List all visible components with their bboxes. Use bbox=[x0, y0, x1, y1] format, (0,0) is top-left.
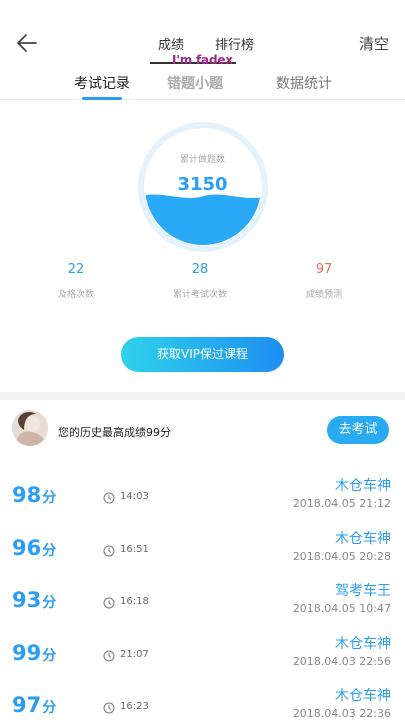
best-score-text: 您的历史最高成绩99分 bbox=[58, 426, 171, 439]
record-row[interactable]: 98分 14:03 木仓车神 2018.04.05 21:12 bbox=[0, 475, 405, 527]
record-date: 2018.04.03 22:36 bbox=[292, 707, 391, 720]
record-row[interactable]: 99分 21:07 木仓车神 2018.04.03 22:56 bbox=[0, 633, 405, 685]
gauge-value: 3150 bbox=[177, 174, 228, 195]
score-value: 93 bbox=[12, 588, 42, 612]
record-title: 木仓车神 bbox=[335, 478, 391, 494]
record-date: 2018.04.05 20:28 bbox=[292, 550, 391, 563]
record-title: 木仓车神 bbox=[335, 636, 391, 652]
clock-icon bbox=[103, 650, 115, 662]
stat-score-prediction: 97 成绩预测 bbox=[264, 262, 384, 300]
avatar-image bbox=[12, 410, 48, 446]
vip-course-button[interactable]: 获取VIP保过课程 bbox=[121, 337, 284, 372]
gauge-label: 累计做题数 bbox=[179, 155, 225, 165]
record-row[interactable]: 97分 16:23 木仓车神 2018.04.03 22:36 bbox=[0, 685, 405, 720]
score-value: 98 bbox=[12, 483, 42, 507]
record-time: 21:07 bbox=[120, 649, 149, 660]
tab-leaderboard[interactable]: 排行榜 bbox=[215, 34, 254, 53]
record-time: 14:03 bbox=[120, 491, 149, 502]
clock-icon bbox=[103, 492, 115, 504]
score-value: 96 bbox=[12, 536, 42, 560]
record-title: 驾考车王 bbox=[335, 583, 391, 599]
record-score: 97分 bbox=[12, 693, 56, 717]
score-value: 99 bbox=[12, 641, 42, 665]
tab-scores[interactable]: 成绩 bbox=[158, 34, 184, 53]
record-score: 93分 bbox=[12, 588, 56, 612]
top-bar: 成绩 排行榜 清空 I'm fadex bbox=[0, 0, 405, 67]
record-time: 16:23 bbox=[120, 701, 149, 712]
score-unit: 分 bbox=[42, 490, 57, 506]
stat-label: 成绩预测 bbox=[305, 290, 342, 300]
record-score: 99分 bbox=[12, 641, 56, 665]
stat-pass-count: 22 及格次数 bbox=[16, 262, 136, 300]
record-title: 木仓车神 bbox=[335, 688, 391, 704]
back-arrow-icon[interactable] bbox=[14, 30, 40, 56]
score-unit: 分 bbox=[42, 700, 57, 716]
subtab-underline bbox=[82, 97, 122, 100]
stat-exam-count: 28 累计考试次数 bbox=[140, 262, 260, 300]
take-exam-button[interactable]: 去考试 bbox=[327, 416, 389, 444]
stat-value: 22 bbox=[67, 262, 85, 277]
stat-label: 及格次数 bbox=[57, 290, 94, 300]
stat-value: 28 bbox=[191, 262, 209, 277]
clock-icon bbox=[103, 545, 115, 557]
subtab-exam-records[interactable]: 考试记录 bbox=[74, 73, 130, 93]
score-unit: 分 bbox=[42, 595, 57, 611]
score-unit: 分 bbox=[42, 543, 57, 559]
record-date: 2018.04.05 10:47 bbox=[292, 602, 391, 615]
record-date: 2018.04.03 22:56 bbox=[292, 655, 391, 668]
subtab-statistics[interactable]: 数据统计 bbox=[276, 73, 332, 93]
gauge-fill bbox=[145, 194, 261, 245]
record-date: 2018.04.05 21:12 bbox=[292, 497, 391, 510]
record-title: 木仓车神 bbox=[335, 531, 391, 547]
record-score: 96分 bbox=[12, 536, 56, 560]
stat-value: 97 bbox=[315, 262, 333, 277]
clear-button[interactable]: 清空 bbox=[359, 33, 389, 54]
subtab-wrong-questions[interactable]: 错题小题 bbox=[167, 73, 223, 93]
record-time: 16:51 bbox=[120, 544, 149, 555]
clock-icon bbox=[103, 702, 115, 714]
stat-label: 累计考试次数 bbox=[172, 290, 227, 300]
sub-tabs: 考试记录 错题小题 数据统计 bbox=[0, 64, 405, 100]
avatar[interactable] bbox=[12, 410, 48, 446]
record-row[interactable]: 96分 16:51 木仓车神 2018.04.05 20:28 bbox=[0, 528, 405, 580]
record-time: 16:18 bbox=[120, 596, 149, 607]
score-unit: 分 bbox=[42, 648, 57, 664]
record-score: 98分 bbox=[12, 483, 56, 507]
clock-icon bbox=[103, 597, 115, 609]
section-divider bbox=[0, 392, 405, 400]
record-row[interactable]: 93分 16:18 驾考车王 2018.04.05 10:47 bbox=[0, 580, 405, 632]
score-value: 97 bbox=[12, 693, 42, 717]
